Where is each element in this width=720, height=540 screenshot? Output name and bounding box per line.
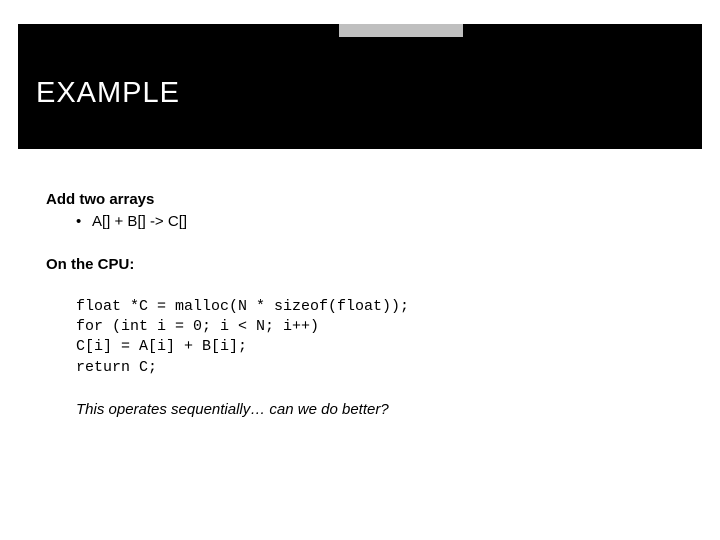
accent-segment-black-left [18, 24, 339, 37]
closing-remark: This operates sequentially… can we do be… [76, 400, 674, 420]
heading-on-the-cpu: On the CPU: [46, 255, 674, 275]
bullet-text: A[] + B[] -> C[] [92, 213, 187, 230]
bullet-arrays-expression: A[] + B[] -> C[] [46, 212, 674, 232]
header-accent-bar [18, 24, 702, 37]
code-block: float *C = malloc(N * sizeof(float)); fo… [76, 297, 674, 378]
title-band: EXAMPLE [18, 37, 702, 149]
slide-body: Add two arrays A[] + B[] -> C[] On the C… [46, 190, 674, 420]
accent-segment-gray [339, 24, 462, 37]
heading-add-two-arrays: Add two arrays [46, 190, 674, 210]
accent-segment-black-right [463, 24, 702, 37]
slide: EXAMPLE Add two arrays A[] + B[] -> C[] … [0, 0, 720, 540]
slide-title: EXAMPLE [18, 77, 180, 110]
